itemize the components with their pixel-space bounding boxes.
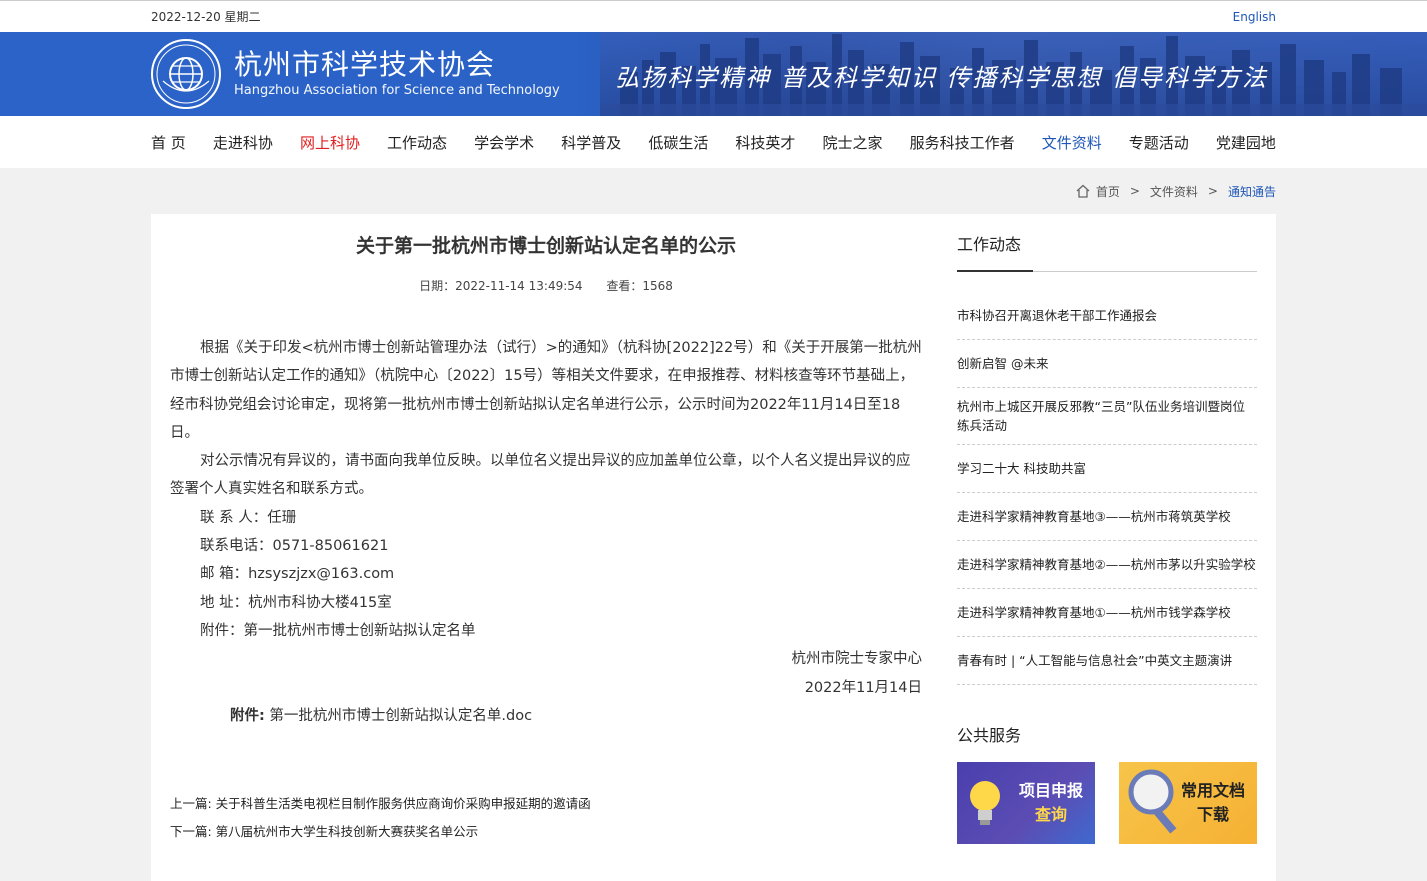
breadcrumb-current[interactable]: 通知通告: [1228, 183, 1276, 200]
article-body: 根据《关于印发<杭州市博士创新站管理办法（试行）>的通知》（杭科协[2022]2…: [170, 334, 922, 702]
project-application-button[interactable]: 项目申报 查询: [957, 762, 1095, 844]
attachment: 附件: 第一批杭州市博士创新站拟认定名单.doc: [170, 702, 922, 730]
nav-about[interactable]: 走进科协: [213, 132, 273, 153]
header-banner: 杭州市科学技术协会 Hangzhou Association for Scien…: [0, 32, 1427, 116]
service-label: 常用文档: [1180, 781, 1245, 800]
prev-article-link[interactable]: 上一篇: 关于科普生活类电视栏目制作服务供应商询价采购申报延期的邀请函: [170, 796, 591, 811]
work-news-heading: 工作动态: [957, 234, 1257, 272]
article-paragraph: 对公示情况有异议的，请书面向我单位反映。以单位名义提出异议的应加盖单位公章，以个…: [170, 453, 911, 498]
article-views: 查看：1568: [606, 279, 673, 293]
globe-emblem-icon: [156, 44, 216, 104]
magnifier-icon: [1128, 769, 1177, 834]
breadcrumb-separator: >: [1207, 184, 1218, 198]
breadcrumb-section[interactable]: 文件资料: [1150, 183, 1198, 200]
contact-person: 联 系 人：任珊: [200, 509, 297, 526]
nav-home[interactable]: 首 页: [151, 132, 186, 153]
contact-address: 地 址：杭州市科协大楼415室: [200, 594, 392, 611]
contact-email: 邮 箱：hzsyszjzx@163.com: [200, 566, 395, 583]
list-item: 青春有时 | “人工智能与信息社会”中英文主题演讲: [957, 637, 1257, 685]
service-label: 查询: [1034, 805, 1067, 824]
site-name-en: Hangzhou Association for Science and Tec…: [234, 83, 560, 98]
public-services: 项目申报 查询 常用文档 下载: [957, 762, 1257, 844]
attachment-label: 附件:: [230, 707, 265, 724]
nav-special-events[interactable]: 专题活动: [1129, 132, 1189, 153]
work-news-heading-text: 工作动态: [957, 235, 1022, 254]
news-link[interactable]: 走进科学家精神教育基地①——杭州市钱学森学校: [957, 603, 1231, 622]
article-paragraph: 根据《关于印发<杭州市博士创新站管理办法（试行）>的通知》（杭科协[2022]2…: [170, 340, 922, 441]
breadcrumb-separator: >: [1129, 184, 1140, 198]
home-icon: [1076, 184, 1090, 198]
list-item: 走进科学家精神教育基地②——杭州市茅以升实验学校: [957, 541, 1257, 589]
news-link[interactable]: 走进科学家精神教育基地②——杭州市茅以升实验学校: [957, 555, 1256, 574]
list-item: 杭州市上城区开展反邪教“三员”队伍业务培训暨岗位练兵活动: [957, 388, 1257, 445]
content-panel: 关于第一批杭州市博士创新站认定名单的公示 日期：2022-11-14 13:49…: [151, 214, 1276, 881]
breadcrumb: 首页 > 文件资料 > 通知通告: [0, 168, 1427, 214]
attachment-note: 附件：第一批杭州市博士创新站拟认定名单: [200, 622, 476, 639]
work-news-list: 市科协召开离退休老干部工作通报会 创新启智 @未来 杭州市上城区开展反邪教“三员…: [957, 292, 1257, 685]
nav-online[interactable]: 网上科协: [300, 132, 360, 153]
nav-talents[interactable]: 科技英才: [735, 132, 795, 153]
signer: 杭州市院士专家中心: [791, 651, 923, 668]
news-link[interactable]: 创新启智 @未来: [957, 354, 1048, 373]
list-item: 走进科学家精神教育基地③——杭州市蒋筑英学校: [957, 493, 1257, 541]
list-item: 走进科学家精神教育基地①——杭州市钱学森学校: [957, 589, 1257, 637]
banner-slogan: 弘扬科学精神 普及科学知识 传播科学思想 倡导科学方法: [615, 64, 1268, 92]
list-item: 学习二十大 科技助共富: [957, 445, 1257, 493]
nav-academicians[interactable]: 院士之家: [823, 132, 883, 153]
contact-phone: 联系电话：0571-85061621: [200, 538, 389, 555]
sidebar: 工作动态 市科协召开离退休老干部工作通报会 创新启智 @未来 杭州市上城区开展反…: [941, 214, 1276, 881]
english-link[interactable]: English: [1233, 10, 1276, 24]
news-link[interactable]: 杭州市上城区开展反邪教“三员”队伍业务培训暨岗位练兵活动: [957, 397, 1257, 435]
news-link[interactable]: 青春有时 | “人工智能与信息社会”中英文主题演讲: [957, 651, 1232, 670]
article: 关于第一批杭州市博士创新站认定名单的公示 日期：2022-11-14 13:49…: [151, 214, 941, 881]
sign-date: 2022年11月14日: [804, 679, 922, 696]
service-label: 项目申报: [1018, 781, 1083, 800]
main-nav: 首 页 走进科协 网上科协 工作动态 学会学术 科学普及 低碳生活 科技英才 院…: [0, 116, 1427, 168]
breadcrumb-home[interactable]: 首页: [1096, 183, 1120, 200]
association-logo[interactable]: [151, 39, 221, 109]
nav-academic[interactable]: 学会学术: [474, 132, 534, 153]
news-link[interactable]: 学习二十大 科技助共富: [957, 459, 1086, 478]
current-date: 2022-12-20 星期二: [151, 10, 261, 24]
public-services-heading: 公共服务: [957, 726, 1022, 745]
nav-service-workers[interactable]: 服务科技工作者: [910, 132, 1015, 153]
nav-documents[interactable]: 文件资料: [1042, 132, 1102, 153]
article-date: 日期：2022-11-14 13:49:54: [419, 279, 583, 293]
list-item: 创新启智 @未来: [957, 340, 1257, 388]
list-item: 市科协召开离退休老干部工作通报会: [957, 292, 1257, 340]
attachment-file-link[interactable]: 第一批杭州市博士创新站拟认定名单.doc: [269, 708, 532, 724]
next-article-link[interactable]: 下一篇: 第八届杭州市大学生科技创新大赛获奖名单公示: [170, 824, 478, 839]
top-bar: 2022-12-20 星期二 English: [0, 0, 1427, 32]
prev-next: 上一篇: 关于科普生活类电视栏目制作服务供应商询价采购申报延期的邀请函 下一篇:…: [170, 790, 922, 846]
nav-popular-science[interactable]: 科学普及: [561, 132, 621, 153]
lightbulb-icon: [970, 781, 1000, 825]
nav-low-carbon[interactable]: 低碳生活: [648, 132, 708, 153]
nav-party-building[interactable]: 党建园地: [1216, 132, 1276, 153]
article-title: 关于第一批杭州市博士创新站认定名单的公示: [355, 235, 736, 257]
news-link[interactable]: 市科协召开离退休老干部工作通报会: [957, 306, 1157, 325]
document-download-button[interactable]: 常用文档 下载: [1119, 762, 1257, 844]
service-label: 下载: [1196, 805, 1229, 824]
news-link[interactable]: 走进科学家精神教育基地③——杭州市蒋筑英学校: [957, 507, 1231, 526]
nav-work-news[interactable]: 工作动态: [387, 132, 447, 153]
article-meta: 日期：2022-11-14 13:49:54 查看：1568: [170, 277, 922, 294]
site-name-cn: 杭州市科学技术协会: [234, 48, 496, 81]
